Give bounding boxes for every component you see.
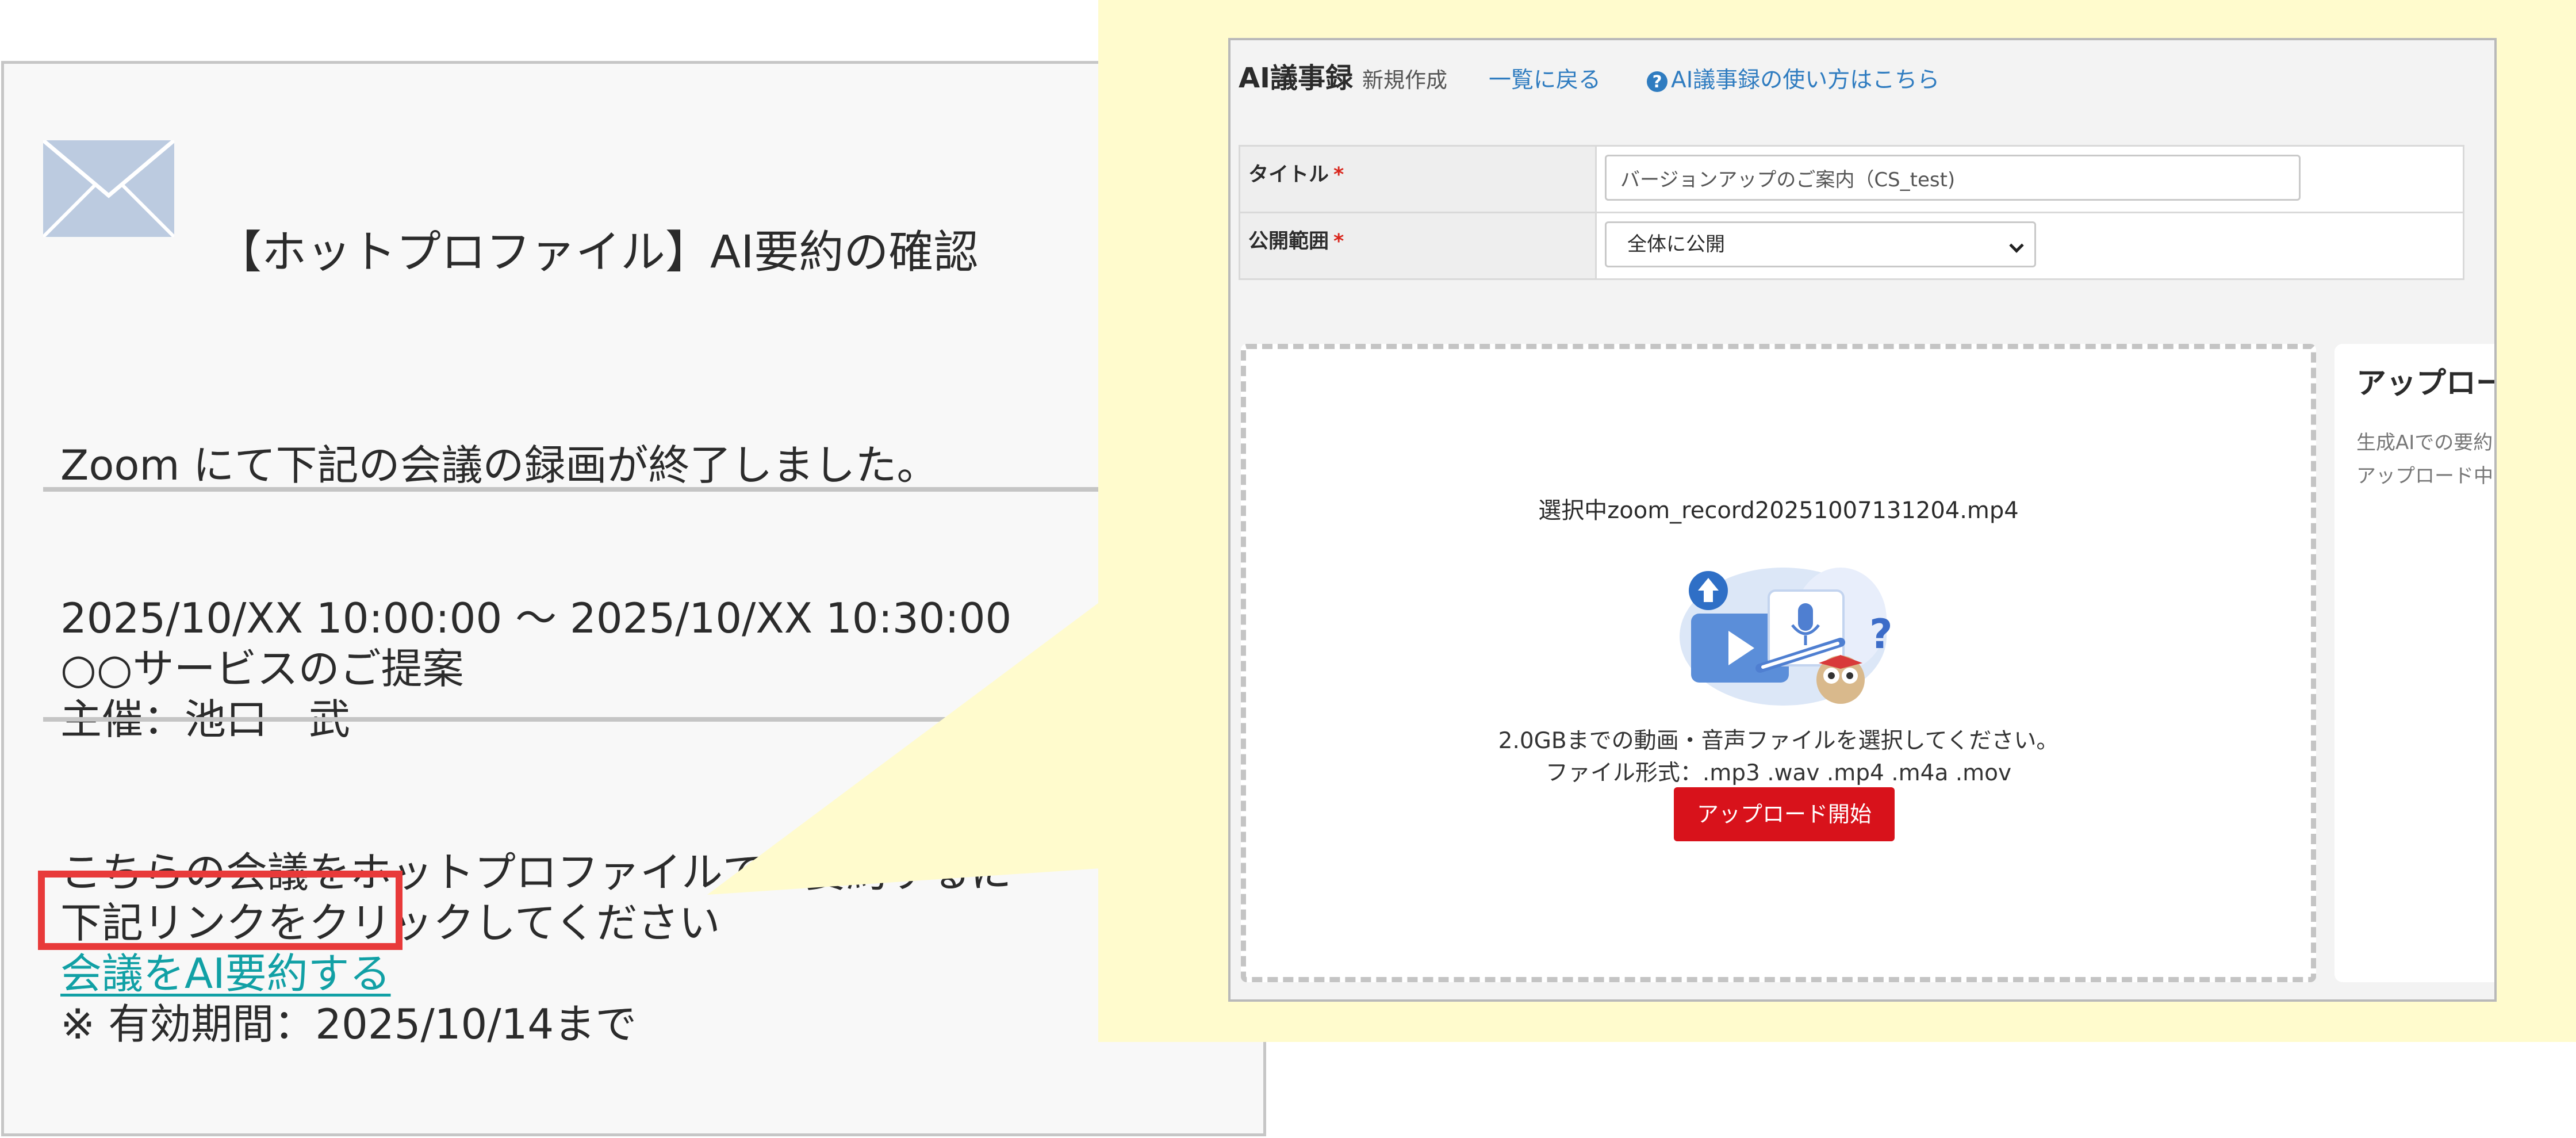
upload-hint-format: ファイル形式：.mp3 .wav .mp4 .m4a .mov xyxy=(1545,760,2012,786)
upload-status-line-1: 生成AIでの要約 xyxy=(2356,431,2493,454)
meeting-time: 2025/10/XX 10:00:00 ～ 2025/10/XX 10:30:0… xyxy=(60,594,1012,642)
back-to-list-link[interactable]: 一覧に戻る xyxy=(1489,62,1601,94)
summarize-link-row: 会議をAI要約する xyxy=(60,948,391,999)
upload-status-card: アップロー 生成AIでの要約 アップロード中 xyxy=(2334,344,2497,982)
divider xyxy=(43,717,1268,722)
required-mark: * xyxy=(1333,230,1344,253)
validity-note: ※ 有効期間：2025/10/14まで xyxy=(60,1000,637,1048)
help-circle-icon: ? xyxy=(1647,71,1668,92)
help-link[interactable]: ? AI議事録の使い方はこちら xyxy=(1647,62,1939,94)
page-subtitle: 新規作成 xyxy=(1362,68,1448,93)
upload-status-line-2: アップロード中 xyxy=(2356,465,2493,488)
app-header: AI議事録 新規作成 一覧に戻る ? AI議事録の使い方はこちら xyxy=(1239,55,1939,95)
meeting-name: ○○サービスのご提案 xyxy=(60,645,464,693)
selected-file-name: 選択中zoom_record20251007131204.mp4 xyxy=(1538,497,2019,524)
divider xyxy=(43,487,1268,492)
chevron-down-icon xyxy=(2009,238,2024,253)
scope-label: 公開範囲 * xyxy=(1240,213,1597,278)
page-title: AI議事録 xyxy=(1239,62,1354,94)
form-row-title: タイトル * xyxy=(1240,147,2463,213)
title-label-text: タイトル xyxy=(1248,163,1329,186)
summarize-meeting-link[interactable]: 会議をAI要約する xyxy=(60,949,391,998)
scope-select-value: 全体に公開 xyxy=(1627,233,1725,256)
envelope-icon xyxy=(43,140,174,237)
title-input[interactable] xyxy=(1605,155,2301,201)
form-row-scope: 公開範囲 * 全体に公開 xyxy=(1240,213,2463,278)
email-intro: Zoom にて下記の会議の録画が終了しました。 xyxy=(60,441,938,489)
upload-hint-size: 2.0GBまでの動画・音声ファイルを選択してください。 xyxy=(1498,728,2059,754)
required-mark: * xyxy=(1333,163,1344,186)
highlight-box xyxy=(38,871,402,950)
title-label: タイトル * xyxy=(1240,147,1597,212)
minutes-form: タイトル* 公開範囲* 全体に公開 xyxy=(1239,145,2464,280)
upload-illustration: ? xyxy=(1680,568,1893,706)
file-dropzone[interactable]: 選択中zoom_record20251007131204.mp4 ? 2.0GB… xyxy=(1241,344,2316,982)
title-field-cell xyxy=(1597,147,2463,212)
email-panel: 【ホットプロファイル】AI要約の確認 Zoom にて下記の会議の録画が終了しまし… xyxy=(1,61,1268,1136)
upload-status-title: アップロー xyxy=(2356,366,2497,401)
email-subject: 【ホットプロファイル】AI要約の確認 xyxy=(217,227,979,278)
scope-field-cell: 全体に公開 xyxy=(1597,213,2463,278)
scope-label-text: 公開範囲 xyxy=(1248,230,1329,253)
svg-text:?: ? xyxy=(1869,611,1893,658)
scope-select[interactable]: 全体に公開 xyxy=(1605,221,2036,267)
ai-minutes-window: AI議事録 新規作成 一覧に戻る ? AI議事録の使い方はこちら タイトル* 公… xyxy=(1228,38,2497,1002)
upload-start-button[interactable]: アップロード開始 xyxy=(1674,787,1895,841)
help-link-label: AI議事録の使い方はこちら xyxy=(1671,67,1940,93)
